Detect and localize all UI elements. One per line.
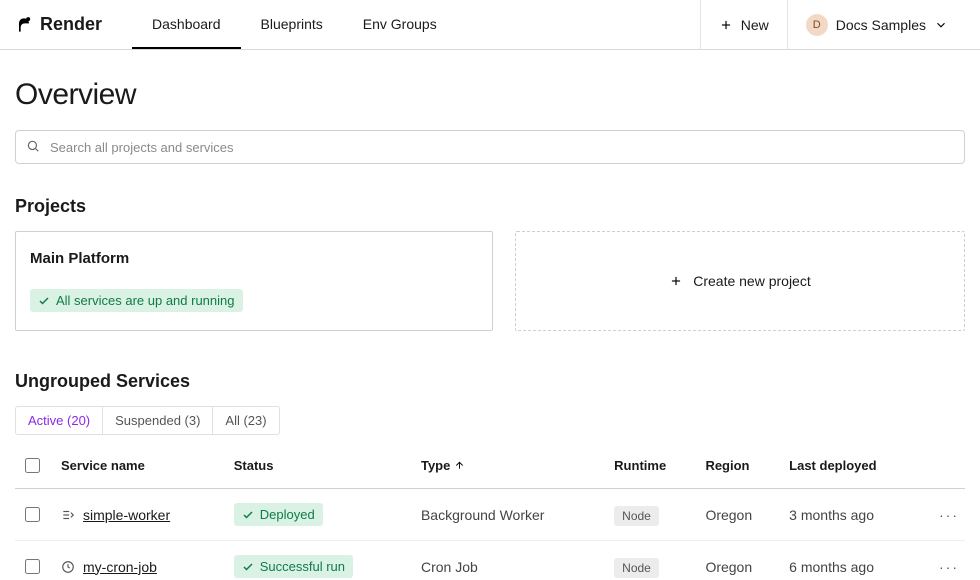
nav-tab-envgroups[interactable]: Env Groups (343, 0, 457, 49)
status-text: Successful run (260, 559, 345, 574)
runtime-pill: Node (614, 558, 659, 578)
service-region: Oregon (699, 489, 783, 541)
render-logo-icon (14, 15, 34, 35)
col-service-name[interactable]: Service name (55, 443, 228, 489)
projects-row: Main Platform All services are up and ru… (15, 231, 965, 331)
col-runtime[interactable]: Runtime (608, 443, 699, 489)
col-type-label: Type (421, 458, 450, 473)
table-row: simple-worker Deployed Background Worker… (15, 489, 965, 541)
workspace-name: Docs Samples (836, 17, 926, 33)
brand-name: Render (40, 14, 102, 35)
filter-tab-all[interactable]: All (23) (212, 407, 278, 434)
service-type: Cron Job (415, 541, 608, 580)
row-more-button[interactable]: ··· (925, 541, 965, 580)
nav-tab-blueprints[interactable]: Blueprints (241, 0, 343, 49)
main-content: Overview Projects Main Platform All serv… (0, 50, 980, 580)
nav-tab-label: Env Groups (363, 16, 437, 32)
col-last-deployed[interactable]: Last deployed (783, 443, 925, 489)
new-button[interactable]: New (700, 0, 787, 49)
search-input[interactable] (48, 139, 954, 156)
col-region[interactable]: Region (699, 443, 783, 489)
row-more-button[interactable]: ··· (925, 489, 965, 541)
create-project-button[interactable]: Create new project (515, 231, 965, 331)
primary-nav: Dashboard Blueprints Env Groups (132, 0, 457, 49)
col-checkbox (15, 443, 55, 489)
nav-tab-label: Blueprints (261, 16, 323, 32)
check-icon (242, 509, 254, 521)
plus-icon (669, 274, 683, 288)
filter-tab-label: Suspended (3) (115, 413, 200, 428)
status-badge: Deployed (234, 503, 323, 526)
select-all-checkbox[interactable] (25, 458, 40, 473)
check-icon (38, 295, 50, 307)
worker-icon (61, 508, 75, 522)
chevron-down-icon (934, 18, 948, 32)
filter-tab-label: All (23) (225, 413, 266, 428)
services-table: Service name Status Type Runtime Region … (15, 443, 965, 580)
project-card-title: Main Platform (30, 250, 478, 267)
brand-logo[interactable]: Render (14, 14, 102, 35)
project-status-text: All services are up and running (56, 293, 235, 308)
status-text: Deployed (260, 507, 315, 522)
nav-tab-label: Dashboard (152, 16, 221, 32)
nav-tab-dashboard[interactable]: Dashboard (132, 0, 241, 49)
service-last-deployed: 3 months ago (783, 489, 925, 541)
search-icon (26, 139, 40, 156)
projects-heading: Projects (15, 196, 965, 217)
ungrouped-heading: Ungrouped Services (15, 371, 965, 392)
col-type[interactable]: Type (415, 443, 608, 489)
project-status-badge: All services are up and running (30, 289, 243, 312)
service-region: Oregon (699, 541, 783, 580)
status-badge: Successful run (234, 555, 353, 578)
service-type: Background Worker (415, 489, 608, 541)
filter-tab-active[interactable]: Active (20) (16, 407, 102, 434)
new-button-label: New (741, 17, 769, 33)
service-last-deployed: 6 months ago (783, 541, 925, 580)
cron-icon (61, 560, 75, 574)
service-filter-tabs: Active (20) Suspended (3) All (23) (15, 406, 280, 435)
table-row: my-cron-job Successful run Cron Job Node… (15, 541, 965, 580)
filter-tab-suspended[interactable]: Suspended (3) (102, 407, 212, 434)
plus-icon (719, 18, 733, 32)
row-checkbox[interactable] (25, 559, 40, 574)
topbar: Render Dashboard Blueprints Env Groups N… (0, 0, 980, 50)
service-name-link[interactable]: my-cron-job (83, 559, 157, 575)
col-status[interactable]: Status (228, 443, 415, 489)
page-title: Overview (15, 78, 965, 112)
sort-asc-icon (454, 460, 465, 471)
runtime-pill: Node (614, 506, 659, 526)
workspace-avatar: D (806, 14, 828, 36)
project-card-main-platform[interactable]: Main Platform All services are up and ru… (15, 231, 493, 331)
check-icon (242, 561, 254, 573)
row-checkbox[interactable] (25, 507, 40, 522)
search-field-wrap[interactable] (15, 130, 965, 164)
service-name-link[interactable]: simple-worker (83, 507, 170, 523)
create-project-label: Create new project (693, 273, 811, 289)
filter-tab-label: Active (20) (28, 413, 90, 428)
workspace-switcher[interactable]: D Docs Samples (787, 0, 966, 49)
